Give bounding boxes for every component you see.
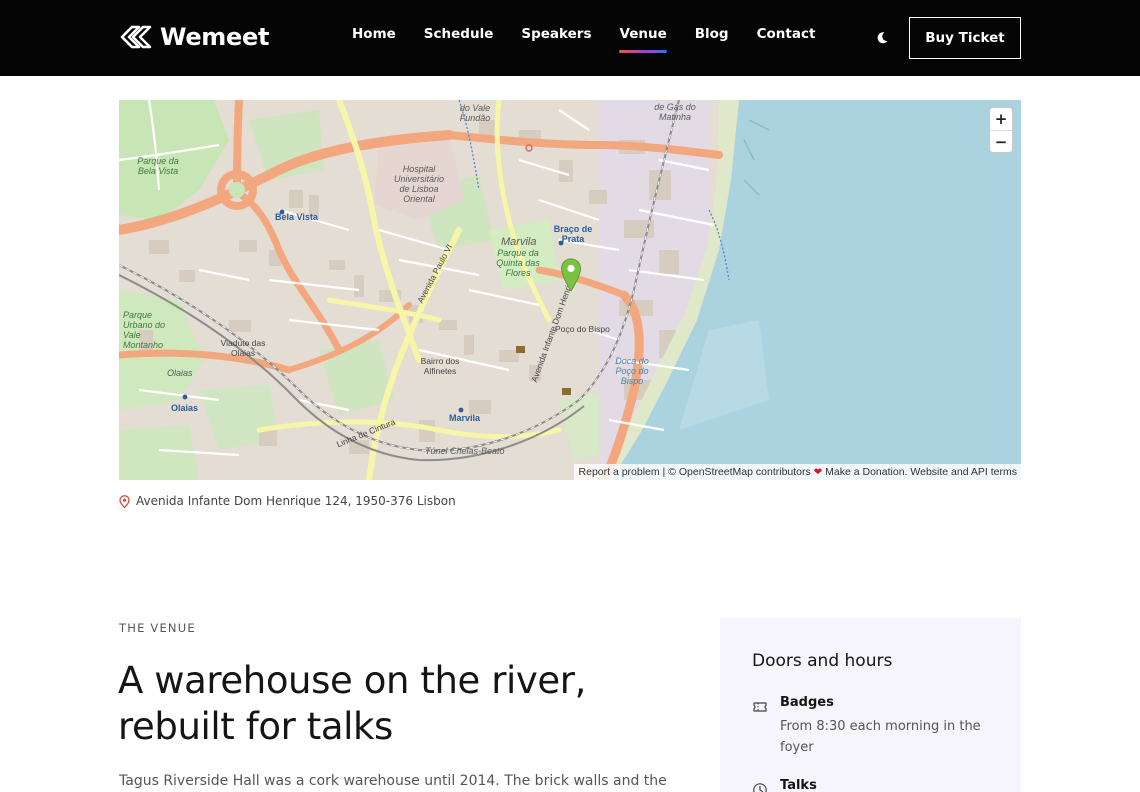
location-pin-icon — [119, 494, 130, 508]
map-attribution: Report a problem | © OpenStreetMap contr… — [573, 464, 1021, 480]
map-label-marvila: Marvila — [501, 236, 537, 248]
clock-icon — [753, 783, 767, 792]
nav-item-blog[interactable]: Blog — [695, 26, 729, 54]
hours-item-label: Badges — [780, 695, 834, 710]
report-problem-link[interactable]: Report a problem — [579, 466, 660, 478]
moon-icon[interactable] — [874, 30, 890, 46]
nav-item-contact[interactable]: Contact — [757, 26, 816, 54]
map-label-braco-prata: Braço de Prata — [553, 224, 593, 244]
nav-item-speakers[interactable]: Speakers — [521, 26, 591, 54]
nav-item-venue[interactable]: Venue — [619, 26, 667, 54]
section-headline: A warehouse on the river, rebuilt for ta… — [118, 659, 586, 748]
map-label-olaias-station: Olaias — [171, 403, 199, 413]
section-body: Tagus Riverside Hall was a cork warehous… — [119, 773, 667, 789]
osm-copyright[interactable]: © OpenStreetMap contributors — [668, 466, 811, 478]
buy-ticket-button[interactable]: Buy Ticket — [909, 17, 1021, 59]
zoom-out-button[interactable]: − — [990, 130, 1012, 152]
section-eyebrow: THE VENUE — [119, 621, 196, 635]
heart-icon: ❤ — [813, 466, 823, 478]
hours-title: Doors and hours — [752, 651, 893, 671]
zoom-in-button[interactable]: + — [990, 108, 1012, 130]
map-label-vale-fundao: do Vale Fundão — [459, 103, 491, 123]
map-label-doca-poco: Doca do Poço do Bispo — [615, 356, 649, 386]
donation-link[interactable]: Make a Donation. — [825, 466, 907, 478]
hours-item-desc: From 8:30 each morning in the foyer — [780, 719, 981, 755]
map-label-bairro-alfinetes: Bairro dos Alfinetes — [420, 356, 460, 376]
nav-item-home[interactable]: Home — [352, 26, 396, 54]
map-label-olaias: Olaias — [167, 368, 193, 378]
map-pin-icon[interactable] — [560, 258, 582, 292]
map-label-parque-urbano: Parque Urbano do Vale Montanho — [123, 310, 166, 350]
map-label-parque-bela-vista: Parque da Bela Vista — [137, 156, 179, 176]
map-label-poco-bispo: Poço do Bispo — [555, 324, 610, 334]
map-label-bela-vista: Bela Vista — [275, 212, 318, 222]
map-label-viaduto-olaias: Viaduto das Olaias — [220, 338, 266, 358]
brand-logo[interactable]: Wemeet — [118, 22, 269, 52]
map-label-marvila-station: Marvila — [449, 413, 481, 423]
terms-link[interactable]: Website and API terms — [910, 466, 1017, 478]
brand-name: Wemeet — [160, 23, 270, 51]
ticket-icon — [753, 702, 767, 712]
venue-map[interactable]: Parque da Bela Vista Bela Vista Hospital… — [119, 100, 1021, 480]
site-header: Wemeet Home Schedule Speakers Venue Blog… — [0, 0, 1140, 76]
double-chevron-logo-icon — [120, 25, 152, 49]
map-label-tunel-chelas: Túnel Chelas-Beato — [425, 446, 505, 456]
main-nav: Home Schedule Speakers Venue Blog Contac… — [338, 26, 829, 54]
map-zoom-control: + − — [989, 107, 1013, 153]
hours-card: Doors and hours Badges From 8:30 each mo… — [720, 618, 1021, 792]
nav-item-schedule[interactable]: Schedule — [424, 26, 494, 54]
venue-address: Avenida Infante Dom Henrique 124, 1950-3… — [119, 494, 456, 508]
map-label-parque-quinta: Parque da Quinta das Flores — [496, 248, 540, 278]
map-label-gas-matinha: de Gás do Matinha — [654, 102, 696, 122]
address-text: Avenida Infante Dom Henrique 124, 1950-3… — [136, 494, 456, 508]
hours-item-label: Talks — [780, 778, 817, 792]
map-label-hospital: Hospital Universitário de Lisboa Orienta… — [393, 164, 444, 204]
